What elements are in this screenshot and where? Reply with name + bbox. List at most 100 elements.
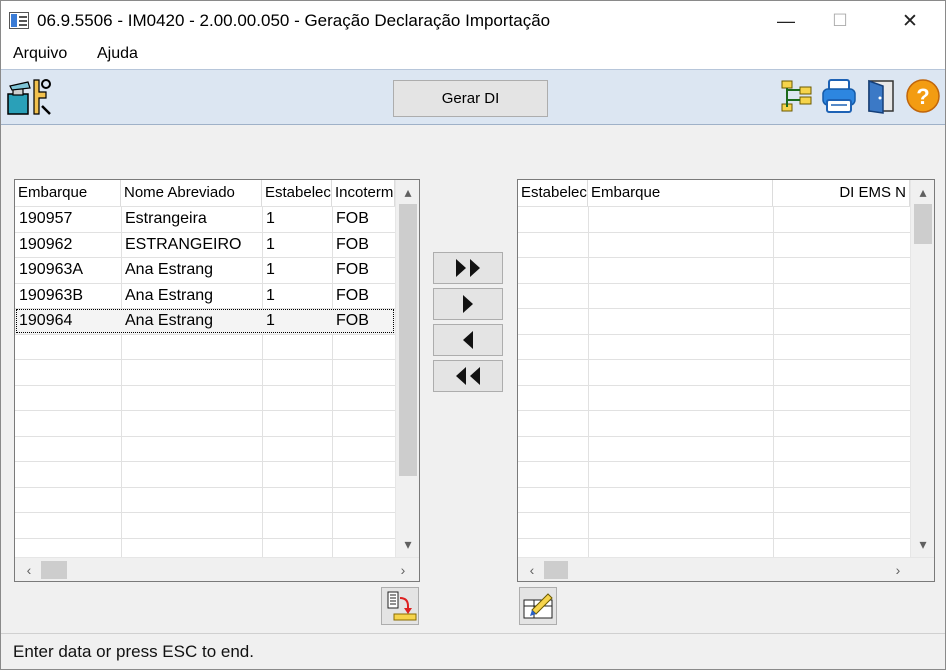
svg-text:?: ? [916, 84, 929, 109]
scroll-down-icon[interactable]: ▾ [396, 532, 419, 556]
table-cell: 1 [266, 210, 275, 227]
scrollbar-thumb[interactable] [41, 561, 67, 579]
empty-row[interactable] [518, 512, 910, 538]
import-list-button[interactable] [381, 587, 419, 625]
scroll-left-icon[interactable]: ‹ [17, 558, 41, 581]
empty-row[interactable] [15, 410, 395, 436]
table-cell: 1 [266, 235, 275, 253]
scroll-right-icon[interactable]: › [391, 558, 415, 581]
empty-row[interactable] [518, 461, 910, 487]
scroll-right-icon[interactable]: › [886, 558, 910, 581]
empty-row[interactable] [518, 308, 910, 334]
empty-row[interactable] [518, 359, 910, 385]
window-title: 06.9.5506 - IM0420 - 2.00.00.050 - Geraç… [37, 11, 551, 30]
table-cell: Ana Estrang [125, 261, 214, 278]
empty-row[interactable] [15, 435, 395, 462]
scroll-down-icon[interactable]: ▾ [911, 532, 934, 556]
empty-row[interactable] [518, 435, 910, 462]
tree-structure-icon[interactable] [779, 78, 815, 114]
empty-row[interactable] [518, 257, 910, 283]
app-icon [9, 12, 29, 29]
column-header-incoterm[interactable]: Incoterm [332, 180, 395, 206]
table-cell: FOB [336, 261, 369, 278]
status-bar: Enter data or press ESC to end. [1, 633, 945, 669]
menu-arquivo[interactable]: Arquivo [13, 45, 67, 63]
empty-row[interactable] [518, 384, 910, 411]
menu-bar: Arquivo Ajuda [1, 41, 945, 69]
column-header-di-ems[interactable]: DI EMS N [773, 180, 910, 206]
table-cell: ESTRANGEIRO [125, 235, 242, 253]
empty-row[interactable] [15, 359, 395, 385]
minimize-button[interactable]: — [763, 1, 809, 41]
table-row[interactable]: 190962 ESTRANGEIRO 1 FOB [15, 231, 395, 258]
empty-row[interactable] [518, 282, 910, 309]
table-cell: FOB [336, 286, 369, 304]
grid-header: Estabelec Embarque DI EMS N [518, 180, 910, 206]
empty-row[interactable] [15, 461, 395, 487]
scroll-left-icon[interactable]: ‹ [520, 558, 544, 581]
scrollbar-thumb[interactable] [399, 204, 417, 476]
move-right-button[interactable] [433, 288, 503, 320]
table-row[interactable]: 190963A Ana Estrang 1 FOB [15, 257, 395, 283]
move-left-button[interactable] [433, 324, 503, 356]
import-list-icon [387, 591, 417, 621]
table-cell: Estrangeira [125, 210, 207, 227]
empty-row[interactable] [518, 486, 910, 513]
scrollbar-thumb[interactable] [544, 561, 568, 579]
double-arrow-right-icon [456, 259, 480, 277]
horizontal-scrollbar[interactable]: ‹ › [518, 557, 934, 581]
double-arrow-left-icon [456, 367, 480, 385]
vertical-scrollbar[interactable]: ▴ ▾ [395, 180, 419, 557]
toolbar: Gerar DI ? [1, 69, 945, 125]
table-cell: FOB [336, 235, 369, 253]
table-cell: Ana Estrang [125, 312, 214, 329]
table-cell: FOB [336, 312, 369, 329]
table-cell: 1 [266, 261, 275, 278]
selected-grid[interactable]: Estabelec Embarque DI EMS N ▴ ▾ ‹ › [517, 179, 935, 582]
status-text: Enter data or press ESC to end. [13, 642, 254, 661]
empty-row[interactable] [15, 512, 395, 538]
scroll-up-icon[interactable]: ▴ [911, 180, 934, 204]
empty-row[interactable] [15, 333, 395, 360]
maximize-button[interactable]: ☐ [817, 1, 863, 41]
embarque-grid[interactable]: Embarque Nome Abreviado Estabelec Incote… [14, 179, 420, 582]
help-icon[interactable]: ? [905, 78, 941, 114]
exit-door-icon[interactable] [863, 78, 899, 114]
edit-form-icon [523, 593, 553, 619]
grid-header: Embarque Nome Abreviado Estabelec Incote… [15, 180, 395, 206]
table-row[interactable]: 190963B Ana Estrang 1 FOB [15, 282, 395, 309]
table-row[interactable]: 190964 Ana Estrang 1 FOB [15, 308, 395, 334]
empty-row[interactable] [518, 206, 910, 232]
column-header-estabelec[interactable]: Estabelec [518, 180, 588, 206]
column-header-nome-abreviado[interactable]: Nome Abreviado [121, 180, 262, 206]
empty-row[interactable] [518, 231, 910, 258]
column-header-embarque[interactable]: Embarque [15, 180, 121, 206]
horizontal-scrollbar[interactable]: ‹ › [15, 557, 419, 581]
print-icon[interactable] [821, 78, 857, 114]
column-header-estabelec[interactable]: Estabelec [262, 180, 332, 206]
table-cell: 1 [266, 286, 275, 304]
scrollbar-thumb[interactable] [914, 204, 932, 244]
table-cell: Ana Estrang [125, 286, 214, 304]
scroll-up-icon[interactable]: ▴ [396, 180, 419, 204]
empty-row[interactable] [518, 333, 910, 360]
menu-ajuda[interactable]: Ajuda [97, 45, 138, 63]
empty-row[interactable] [518, 410, 910, 436]
gerar-di-button[interactable]: Gerar DI [393, 80, 548, 117]
table-cell: 190963A [19, 261, 84, 278]
title-bar: 06.9.5506 - IM0420 - 2.00.00.050 - Geraç… [1, 1, 945, 41]
table-cell: 190964 [19, 312, 73, 329]
column-header-embarque[interactable]: Embarque [588, 180, 773, 206]
move-all-left-button[interactable] [433, 360, 503, 392]
vertical-scrollbar[interactable]: ▴ ▾ [910, 180, 934, 557]
table-cell: FOB [336, 210, 369, 227]
tools-icon[interactable] [6, 76, 52, 118]
empty-row[interactable] [15, 384, 395, 411]
empty-row[interactable] [15, 486, 395, 513]
edit-di-button[interactable] [519, 587, 557, 625]
table-cell: 190963B [19, 286, 84, 304]
arrow-left-icon [463, 331, 473, 349]
close-button[interactable]: ✕ [887, 1, 933, 41]
move-all-right-button[interactable] [433, 252, 503, 284]
table-row[interactable]: 190957 Estrangeira 1 FOB [15, 206, 395, 232]
